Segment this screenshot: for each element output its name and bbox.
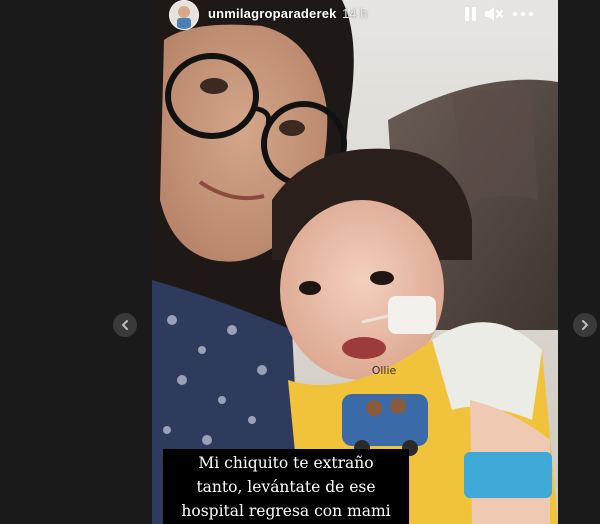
shirt-print-text: Ollie	[372, 364, 397, 377]
story-username[interactable]: unmilagroparaderek	[208, 6, 337, 21]
speaker-muted-icon	[485, 7, 503, 21]
chevron-right-icon	[582, 320, 589, 330]
story-caption: Mi chiquito te extraño tanto, levántate …	[163, 449, 409, 524]
story-photo: Ollie	[152, 0, 558, 524]
next-story-button[interactable]	[573, 313, 597, 337]
more-options-button[interactable]	[510, 3, 536, 25]
avatar[interactable]	[169, 0, 199, 30]
story-header: unmilagroparaderek 14 h	[152, 0, 558, 30]
pause-icon	[465, 7, 476, 21]
previous-story-button[interactable]	[113, 313, 137, 337]
mute-button[interactable]	[482, 3, 504, 25]
story-frame[interactable]: Ollie unmilagroparaderek 14 h Mi chiquit…	[152, 0, 558, 524]
more-options-icon	[512, 11, 534, 17]
chevron-left-icon	[121, 320, 128, 330]
story-timestamp: 14 h	[342, 6, 368, 21]
story-viewer: Ollie unmilagroparaderek 14 h Mi chiquit…	[0, 0, 600, 524]
pause-button[interactable]	[460, 3, 482, 25]
